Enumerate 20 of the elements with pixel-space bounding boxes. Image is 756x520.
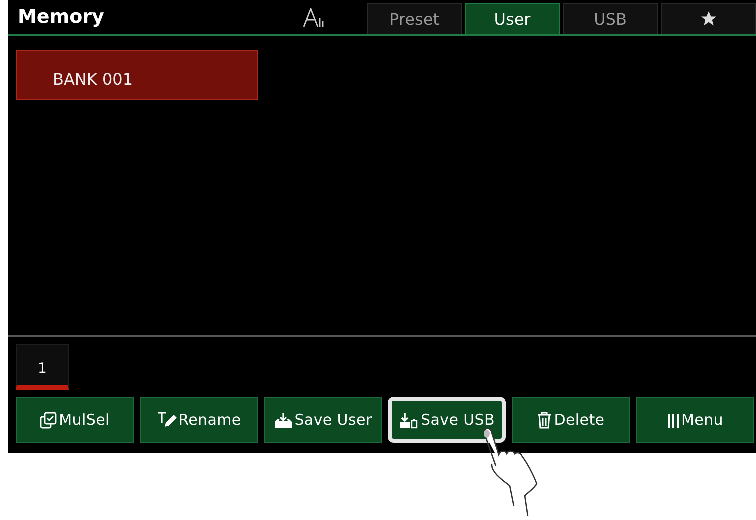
multi-button[interactable]: MulSel [16, 397, 134, 443]
menu-icon [666, 412, 680, 428]
star-icon [700, 10, 718, 28]
tab[interactable]: USB [563, 3, 658, 34]
tab[interactable]: Preset [367, 3, 462, 34]
delete-button[interactable]: Delete [512, 397, 630, 443]
menu-button[interactable]: Menu [636, 397, 754, 443]
tray-download-icon [274, 412, 293, 428]
multi-select-icon [40, 412, 58, 428]
save-user-button[interactable]: Save User [264, 397, 382, 443]
rename-button[interactable]: Rename [140, 397, 258, 443]
pencil-icon [156, 412, 177, 428]
bank-item[interactable]: BANK 001 [16, 50, 258, 100]
screen-title: Memory [17, 6, 106, 28]
tab[interactable]: User [465, 3, 560, 34]
trash-icon [537, 412, 552, 428]
page-tab[interactable]: 1 [16, 344, 69, 390]
download-usb-icon [399, 412, 419, 428]
save-usb-button[interactable]: Save USB [388, 397, 506, 443]
favorites-tab[interactable] [661, 3, 756, 34]
